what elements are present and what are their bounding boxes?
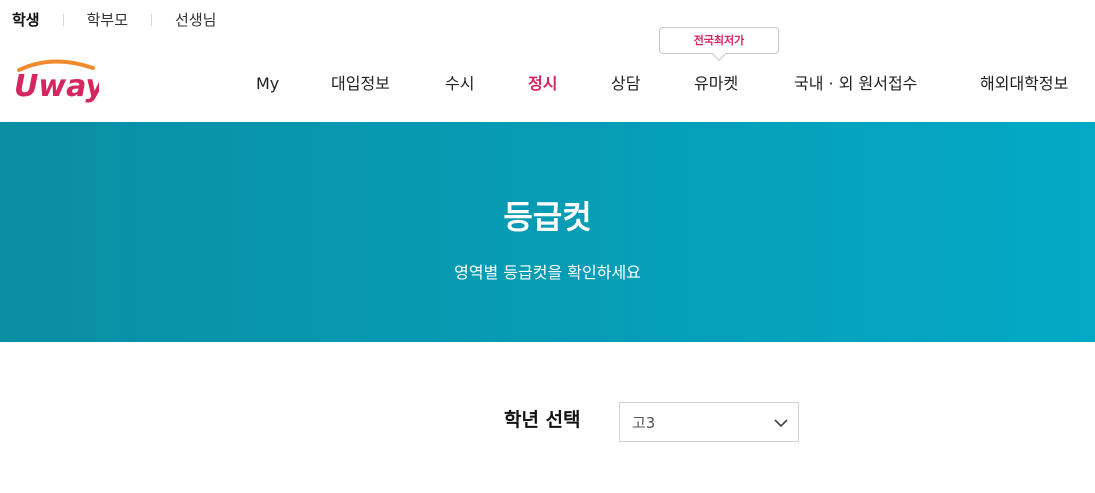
chevron-down-icon bbox=[774, 419, 788, 428]
nav-item-overseas-univ[interactable]: 해외대학정보 bbox=[980, 71, 1068, 97]
nav-item-jeongsi[interactable]: 정시 bbox=[528, 71, 557, 97]
logo-text: Uway bbox=[14, 69, 99, 104]
grade-select-value: 고3 bbox=[632, 413, 656, 432]
tab-divider bbox=[151, 14, 153, 26]
uway-logo[interactable]: Uway bbox=[13, 56, 99, 104]
user-tab-teacher[interactable]: 선생님 bbox=[175, 9, 216, 31]
hero-banner: 등급컷 영역별 등급컷을 확인하세요 bbox=[0, 122, 1095, 342]
nav-item-consulting[interactable]: 상담 bbox=[611, 71, 640, 97]
nav-item-my[interactable]: My bbox=[256, 71, 279, 97]
uway-logo-mark: Uway bbox=[14, 59, 99, 104]
user-tab-parent[interactable]: 학부모 bbox=[87, 9, 128, 31]
user-tab-student[interactable]: 학생 bbox=[12, 9, 40, 31]
tab-divider bbox=[62, 14, 64, 26]
grade-select[interactable]: 고3 bbox=[619, 402, 799, 442]
user-type-tabs: 학생 학부모 선생님 bbox=[12, 9, 216, 31]
nav-item-susi[interactable]: 수시 bbox=[445, 71, 474, 97]
page-subtitle: 영역별 등급컷을 확인하세요 bbox=[454, 263, 641, 282]
page-title: 등급컷 bbox=[503, 198, 592, 236]
page: 학생 학부모 선생님 Uway 전국최저가 My 대입정보 수시 정시 상담 유… bbox=[0, 0, 1095, 493]
grade-select-label: 학년 선택 bbox=[504, 409, 581, 431]
lowest-price-badge: 전국최저가 bbox=[659, 27, 779, 54]
nav-item-admission-info[interactable]: 대입정보 bbox=[331, 71, 390, 97]
nav-item-umarket[interactable]: 유마켓 bbox=[694, 71, 738, 97]
nav-item-application[interactable]: 국내 · 외 원서접수 bbox=[794, 71, 917, 97]
